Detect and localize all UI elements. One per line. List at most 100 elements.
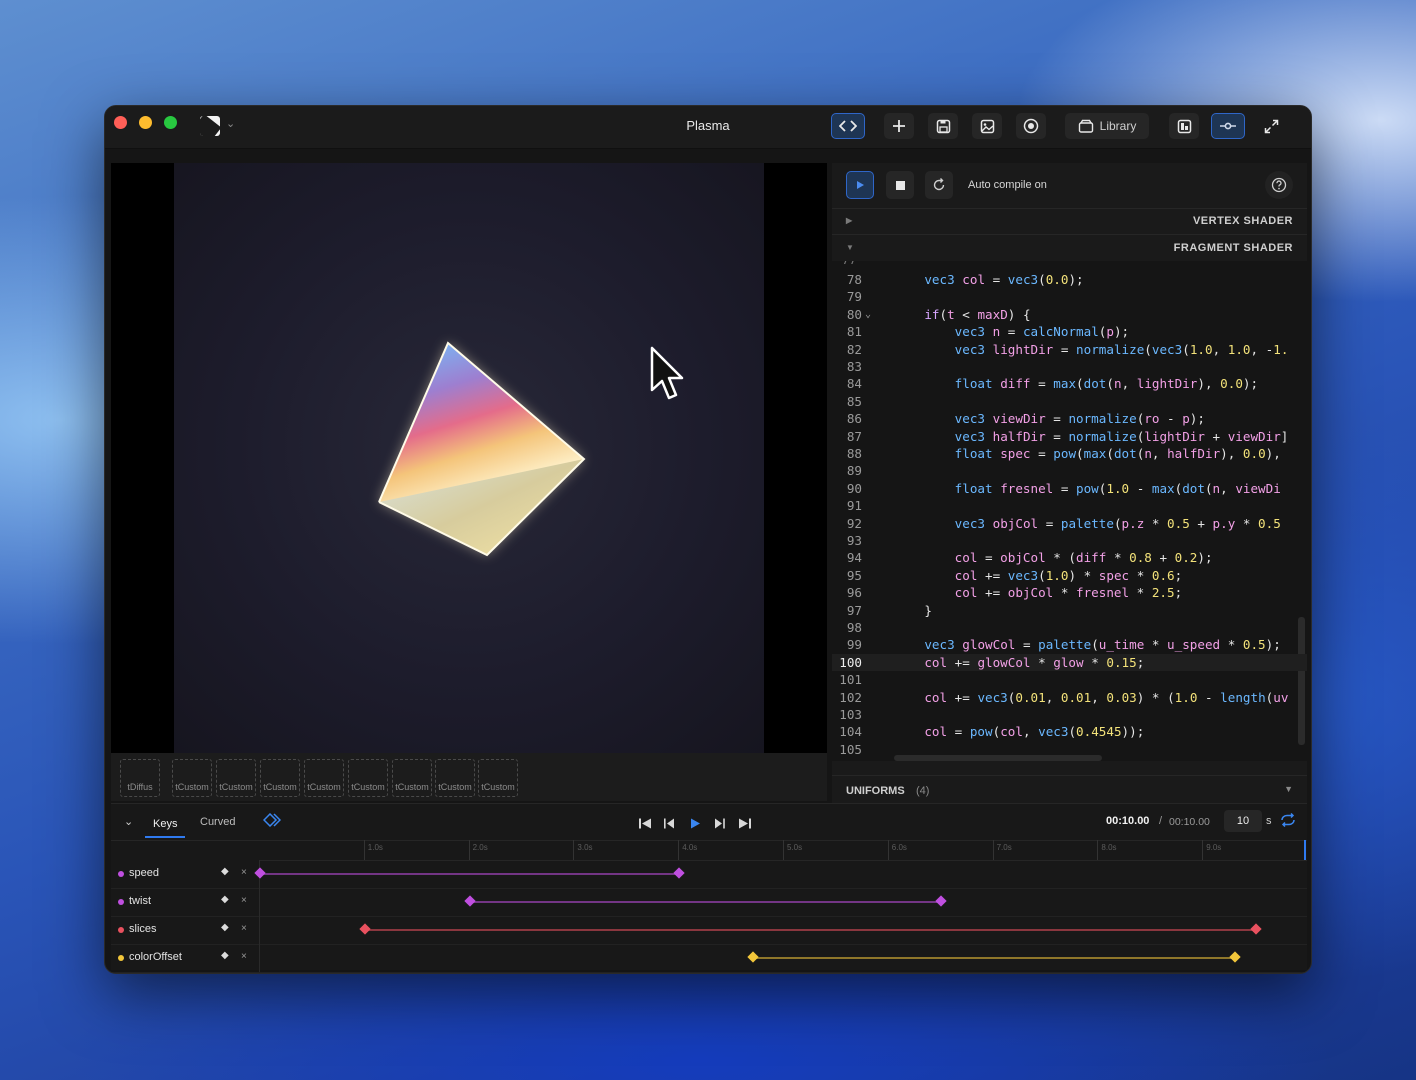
code-line[interactable]: 82 vec3 lightDir = normalize(vec3(1.0, 1… <box>832 341 1307 358</box>
keyframe-diamond[interactable] <box>1249 923 1262 935</box>
remove-track-icon[interactable]: × <box>241 895 247 906</box>
keyframe-diamond[interactable] <box>673 867 685 879</box>
track-name[interactable]: twist <box>129 895 151 907</box>
ruler-tick-label: 6.0s <box>887 840 907 860</box>
code-line[interactable]: 87 vec3 halfDir = normalize(lightDir + v… <box>832 428 1307 445</box>
keyframe-diamond[interactable] <box>359 923 371 935</box>
code-line[interactable]: 97 } <box>832 602 1307 619</box>
code-line[interactable]: 85 <box>832 393 1307 410</box>
texture-slot[interactable]: tCustom <box>216 759 256 797</box>
add-button[interactable] <box>884 113 914 139</box>
texture-slot[interactable]: tCustom <box>435 759 475 797</box>
code-line[interactable]: 79 <box>832 288 1307 305</box>
fullscreen-button[interactable] <box>1256 113 1286 139</box>
code-line[interactable]: 86 vec3 viewDir = normalize(ro - p); <box>832 410 1307 427</box>
timeline-play-button[interactable] <box>690 816 701 834</box>
code-line[interactable]: 102 col += vec3(0.01, 0.01, 0.03) * (1.0… <box>832 689 1307 706</box>
playhead[interactable] <box>1304 840 1306 860</box>
skip-to-start-button[interactable] <box>639 816 652 834</box>
code-line[interactable]: 80 ⌄ if(t < maxD) { <box>832 306 1307 323</box>
code-line[interactable]: 95 col += vec3(1.0) * spec * 0.6; <box>832 567 1307 584</box>
layout-button[interactable] <box>1169 113 1199 139</box>
tab-keys[interactable]: Keys <box>145 814 186 838</box>
track-name[interactable]: colorOffset <box>129 951 182 963</box>
help-button[interactable] <box>1265 171 1293 199</box>
export-image-button[interactable] <box>972 113 1002 139</box>
texture-slot[interactable]: tCustom <box>392 759 432 797</box>
code-line[interactable]: 93 <box>832 532 1307 549</box>
texture-slot[interactable]: tDiffus <box>120 759 160 797</box>
texture-slot[interactable]: tCustom <box>348 759 388 797</box>
fold-chevron-icon[interactable]: ⌄ <box>865 306 871 323</box>
step-forward-button[interactable] <box>714 816 725 834</box>
line-number: 92 <box>846 515 862 531</box>
code-view-button[interactable] <box>831 113 865 139</box>
code-line[interactable]: 91 <box>832 497 1307 514</box>
keyframe-diamond[interactable] <box>463 895 476 907</box>
render-canvas[interactable] <box>174 163 764 753</box>
code-line[interactable]: 90 float fresnel = pow(1.0 - max(dot(n, … <box>832 480 1307 497</box>
add-keyframe-icon[interactable]: ◆ <box>221 950 229 961</box>
add-keyframe-icon[interactable]: ◆ <box>221 894 229 905</box>
code-line[interactable]: 94 col = objCol * (diff * 0.8 + 0.2); <box>832 549 1307 566</box>
keyframe-lane[interactable] <box>254 860 1307 888</box>
add-keyframe-icon[interactable]: ◆ <box>221 922 229 933</box>
remove-track-icon[interactable]: × <box>241 867 247 878</box>
tab-curved[interactable]: Curved <box>200 816 235 828</box>
tab-keys-label: Keys <box>153 818 178 830</box>
ruler-tick-label: 7.0s <box>992 840 1012 860</box>
stop-button[interactable] <box>886 171 914 199</box>
track-name[interactable]: slices <box>129 923 157 935</box>
code-line[interactable]: 99 vec3 glowCol = palette(u_time * u_spe… <box>832 636 1307 653</box>
time-ruler[interactable]: 1.0s 2.0s 3.0s 4.0s 5.0s 6.0s 7.0s 8.0s 9.0s <box>259 840 1307 861</box>
texture-slot[interactable]: tCustom <box>478 759 518 797</box>
play-button[interactable] <box>846 171 874 199</box>
duration-input[interactable]: 10 <box>1224 810 1262 832</box>
code-line[interactable]: 84 float diff = max(dot(n, lightDir), 0.… <box>832 375 1307 392</box>
save-button[interactable] <box>928 113 958 139</box>
code-line[interactable]: 101 <box>832 671 1307 688</box>
keyframe-nav-button[interactable] <box>262 812 282 832</box>
keyframe-diamond[interactable] <box>1228 951 1241 963</box>
texture-slot[interactable]: tCustom <box>260 759 300 797</box>
keyframe-lane[interactable] <box>259 888 1307 916</box>
shader-preview[interactable] <box>111 163 827 753</box>
add-keyframe-icon[interactable]: ◆ <box>221 866 229 877</box>
skip-to-end-button[interactable] <box>738 816 751 834</box>
uniforms-header[interactable]: UNIFORMS (4) ▼ <box>832 775 1307 804</box>
code-line[interactable]: 83 <box>832 358 1307 375</box>
loop-button[interactable] <box>1280 812 1296 832</box>
step-back-button[interactable] <box>664 816 675 834</box>
recompile-button[interactable] <box>925 171 953 199</box>
code-line[interactable]: 103 <box>832 706 1307 723</box>
fragment-shader-header[interactable]: ▼ FRAGMENT SHADER <box>832 235 1307 262</box>
code-line[interactable]: 105 <box>832 741 1307 758</box>
texture-slot[interactable]: tCustom <box>304 759 344 797</box>
code-line[interactable]: 96 col += objCol * fresnel * 2.5; <box>832 584 1307 601</box>
code-line[interactable]: 100 col += glowCol * glow * 0.15; <box>832 653 1307 672</box>
keyframe-lane[interactable] <box>259 916 1307 944</box>
remove-track-icon[interactable]: × <box>241 951 247 962</box>
keyframe-diamond[interactable] <box>254 867 266 879</box>
auto-compile-status[interactable]: Auto compile on <box>968 179 1047 191</box>
track-name[interactable]: speed <box>129 867 159 879</box>
timeline-toggle-button[interactable] <box>1211 113 1245 139</box>
code-line[interactable]: 104 col = pow(col, vec3(0.4545)); <box>832 723 1307 740</box>
keyframe-diamond[interactable] <box>935 895 947 907</box>
texture-slot[interactable]: tCustom <box>172 759 212 797</box>
caret-down-icon: ▼ <box>1284 784 1293 794</box>
code-editor[interactable]: 77 78 vec3 col = vec3(0.0);7980⌄ if(t < … <box>832 261 1307 761</box>
code-line[interactable]: 81 vec3 n = calcNormal(p); <box>832 323 1307 340</box>
code-line[interactable]: 92 vec3 objCol = palette(p.z * 0.5 + p.y… <box>832 515 1307 532</box>
keyframe-lane[interactable] <box>259 944 1307 972</box>
record-button[interactable] <box>1016 113 1046 139</box>
code-line[interactable]: 88 float spec = pow(max(dot(n, halfDir),… <box>832 445 1307 462</box>
remove-track-icon[interactable]: × <box>241 923 247 934</box>
library-button[interactable]: Library <box>1065 113 1149 139</box>
code-line[interactable]: 78 vec3 col = vec3(0.0); <box>832 271 1307 288</box>
vertex-shader-header[interactable]: ▶ VERTEX SHADER <box>832 208 1307 235</box>
collapse-chevron-icon[interactable]: ⌄ <box>124 815 133 828</box>
keyframe-diamond[interactable] <box>746 951 759 963</box>
code-line[interactable]: 98 <box>832 619 1307 636</box>
code-line[interactable]: 89 <box>832 462 1307 479</box>
